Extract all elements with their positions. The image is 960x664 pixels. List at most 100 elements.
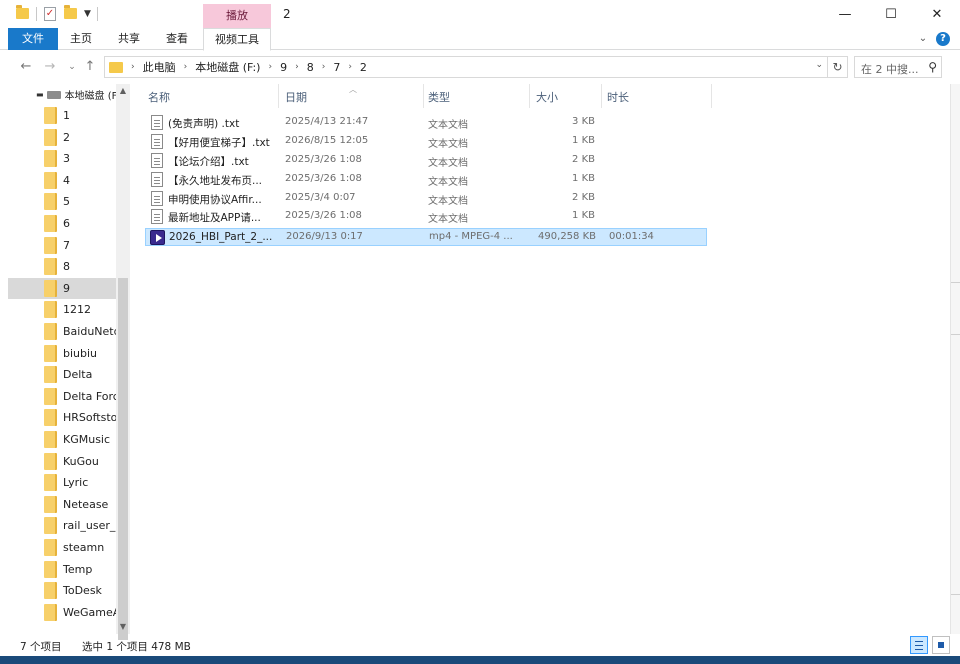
new-folder-icon[interactable]: [64, 5, 77, 19]
file-row[interactable]: 【好用便宜梯子】.txt 2026/8/15 12:05 文本文档 1 KB: [145, 133, 707, 151]
file-name: (免责声明) .txt: [168, 118, 240, 130]
breadcrumb-chevron-icon[interactable]: ›: [322, 62, 326, 72]
column-divider[interactable]: [423, 84, 424, 108]
tree-item-folder[interactable]: BaiduNetd: [8, 321, 116, 342]
text-file-icon: [151, 172, 163, 187]
folder-icon: [44, 517, 57, 535]
tree-item-folder[interactable]: 7: [8, 235, 116, 256]
tree-item-folder[interactable]: Lyric: [8, 472, 116, 493]
breadcrumb-folder-9[interactable]: 9: [280, 61, 287, 74]
file-row[interactable]: 申明使用协议Affir... 2025/3/4 0:07 文本文档 2 KB: [145, 190, 707, 208]
tree-item-folder[interactable]: 1: [8, 105, 116, 126]
maximize-button[interactable]: ☐: [868, 0, 914, 28]
large-icons-view-button[interactable]: [932, 636, 950, 654]
breadcrumb-chevron-icon[interactable]: ›: [131, 62, 135, 72]
tree-item-label: KGMusic: [63, 433, 111, 446]
folder-icon[interactable]: [16, 5, 29, 19]
search-input[interactable]: 在 2 中搜...: [861, 61, 925, 77]
properties-icon[interactable]: ✓: [44, 7, 56, 21]
scroll-up-arrow-icon[interactable]: ▲: [116, 84, 130, 98]
column-header-type[interactable]: 类型: [428, 89, 450, 105]
scroll-down-arrow-icon[interactable]: ▼: [116, 620, 130, 634]
breadcrumb-folder-2[interactable]: 2: [360, 61, 367, 74]
breadcrumb-chevron-icon[interactable]: ›: [295, 62, 299, 72]
column-header-size[interactable]: 大小: [536, 89, 558, 105]
tree-item-folder[interactable]: 4: [8, 170, 116, 191]
collapse-chevron-icon[interactable]: ▬: [36, 90, 44, 99]
tab-file[interactable]: 文件: [8, 28, 58, 50]
tree-item-folder[interactable]: 1212: [8, 299, 116, 320]
contextual-tab-play[interactable]: 播放: [203, 4, 271, 28]
tree-item-folder[interactable]: KGMusic: [8, 429, 116, 450]
tab-video-tools[interactable]: 视频工具: [203, 28, 271, 51]
window-title: 2: [283, 7, 291, 21]
folder-icon: [44, 344, 57, 362]
column-divider[interactable]: [711, 84, 712, 108]
tree-item-folder[interactable]: 9: [8, 277, 130, 299]
column-header-name[interactable]: 名称: [148, 89, 170, 105]
breadcrumb-this-pc[interactable]: 此电脑: [143, 59, 176, 75]
tree-item-folder[interactable]: Delta Forc: [8, 386, 116, 407]
recent-locations-chevron-icon[interactable]: ⌄: [62, 57, 82, 77]
folder-icon: [44, 323, 57, 340]
expand-ribbon-chevron-icon[interactable]: ⌄: [916, 32, 930, 46]
search-icon[interactable]: ⚲: [928, 60, 937, 74]
help-icon[interactable]: ?: [936, 32, 950, 46]
up-arrow-icon[interactable]: ↑: [80, 57, 100, 77]
customize-toolbar-chevron-icon[interactable]: ▼: [84, 9, 91, 25]
tree-item-folder[interactable]: 3: [8, 148, 116, 169]
tree-item-folder[interactable]: ToDesk: [8, 580, 116, 601]
file-row[interactable]: 【永久地址发布页... 2025/3/26 1:08 文本文档 1 KB: [145, 171, 707, 189]
refresh-icon[interactable]: ↻: [828, 56, 848, 78]
tree-item-label: KuGou: [63, 454, 99, 468]
forward-arrow-icon[interactable]: →: [40, 57, 60, 77]
tree-item-folder[interactable]: biubiu: [8, 343, 116, 364]
tree-item-folder[interactable]: 5: [8, 191, 116, 212]
folder-icon: [44, 301, 57, 319]
details-view-button[interactable]: [910, 636, 928, 654]
file-date: 2025/3/4 0:07: [285, 192, 356, 203]
search-box[interactable]: 在 2 中搜... ⚲: [854, 56, 942, 78]
navigation-pane-scrollbar[interactable]: ▲ ▼: [116, 84, 130, 640]
column-divider[interactable]: [601, 84, 602, 108]
tree-item-folder[interactable]: KuGou: [8, 451, 116, 472]
file-name: 2026_HBI_Part_2_...: [169, 231, 273, 243]
tree-item-folder[interactable]: HRSoftsto: [8, 407, 116, 428]
breadcrumb-chevron-icon[interactable]: ›: [184, 62, 188, 72]
item-count: 7 个项目: [20, 641, 62, 653]
minimize-button[interactable]: —: [822, 0, 868, 28]
tree-item-folder[interactable]: 6: [8, 213, 116, 234]
file-row[interactable]: 最新地址及APP请... 2025/3/26 1:08 文本文档 1 KB: [145, 208, 707, 226]
column-divider[interactable]: [278, 84, 279, 108]
breadcrumb-folder-7[interactable]: 7: [333, 61, 340, 74]
breadcrumb-chevron-icon[interactable]: ›: [348, 62, 352, 72]
back-arrow-icon[interactable]: ←: [16, 57, 36, 77]
tree-item-folder[interactable]: rail_user_c: [8, 515, 116, 536]
tree-item-folder[interactable]: 2: [8, 127, 116, 148]
tree-item-folder[interactable]: WeGameA: [8, 602, 116, 623]
file-row[interactable]: (免责声明) .txt 2025/4/13 21:47 文本文档 3 KB: [145, 114, 707, 132]
tab-share[interactable]: 共享: [110, 28, 148, 50]
column-divider[interactable]: [529, 84, 530, 108]
tree-item-drive-f[interactable]: ▬ 本地磁盘 (F:: [8, 84, 116, 105]
tree-item-folder[interactable]: steamn: [8, 537, 116, 558]
tree-item-label: rail_user_c: [63, 519, 116, 533]
file-row[interactable]: 【论坛介绍】.txt 2025/3/26 1:08 文本文档 2 KB: [145, 152, 707, 170]
address-dropdown-chevron-icon[interactable]: ⌄: [815, 60, 823, 70]
address-bar[interactable]: › 此电脑 › 本地磁盘 (F:) › 9 › 8 › 7 › 2 ⌄: [104, 56, 828, 78]
scrollbar-thumb[interactable]: [118, 278, 128, 640]
column-header-date[interactable]: 日期: [285, 89, 307, 105]
close-button[interactable]: ✕: [914, 0, 960, 28]
tab-view[interactable]: 查看: [158, 28, 196, 50]
tree-item-folder[interactable]: 8: [8, 256, 116, 277]
tree-item-label: Delta: [63, 368, 93, 382]
breadcrumb-folder-8[interactable]: 8: [307, 61, 314, 74]
file-row[interactable]: 2026_HBI_Part_2_... 2026/9/13 0:17 mp4 - M…: [145, 228, 707, 246]
tree-item-folder[interactable]: Temp: [8, 559, 116, 580]
tree-item-folder[interactable]: Netease: [8, 494, 116, 515]
breadcrumb-chevron-icon[interactable]: ›: [268, 62, 272, 72]
column-header-duration[interactable]: 时长: [607, 89, 629, 105]
tree-item-folder[interactable]: Delta: [8, 364, 116, 385]
breadcrumb-drive[interactable]: 本地磁盘 (F:): [195, 59, 260, 75]
tab-home[interactable]: 主页: [62, 28, 100, 50]
